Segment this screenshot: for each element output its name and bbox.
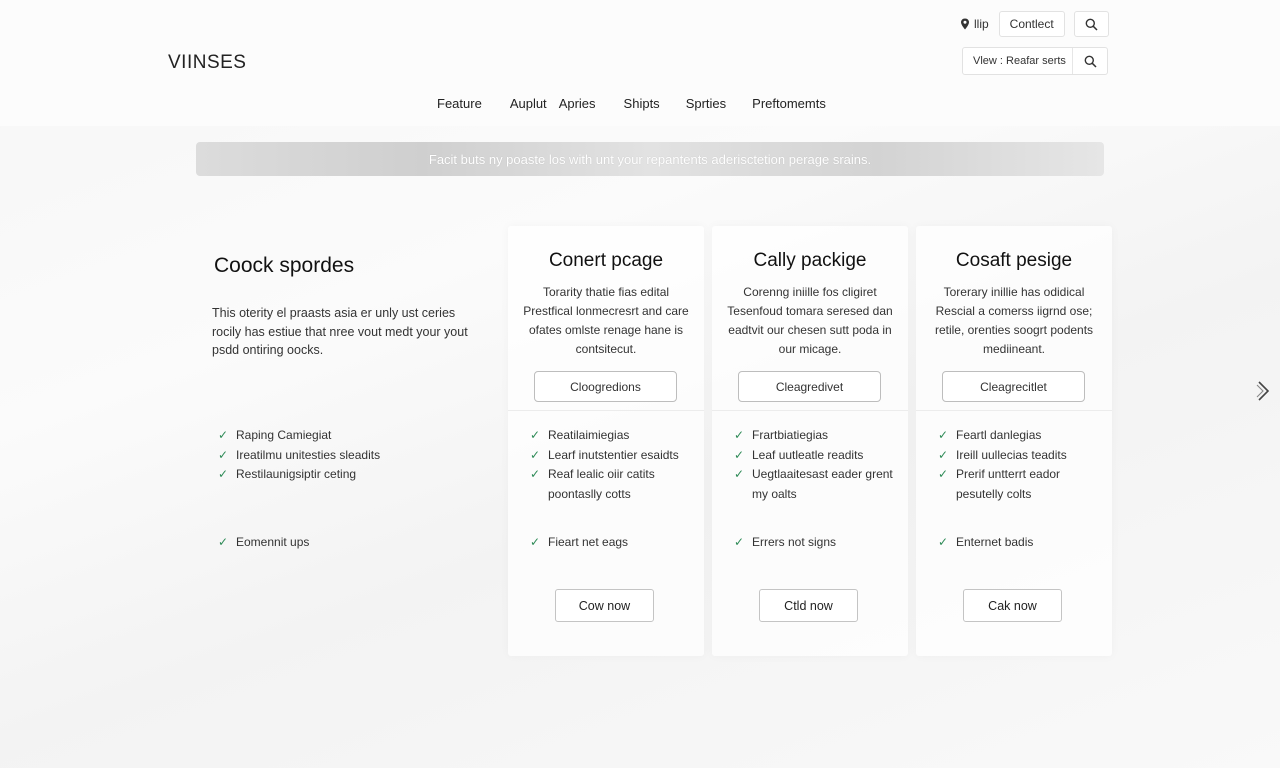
list-item: ✓ Enternet badis [938, 533, 1108, 553]
list-item: ✓ Reatilaimiegias [530, 426, 700, 446]
pricing-card-3: Cosaft pesige Torerary inillie has odidi… [916, 226, 1112, 656]
card-divider [508, 410, 704, 411]
search-input[interactable]: Vlew : Reafar serts [963, 48, 1073, 74]
nav-item-sprties[interactable]: Sprties [686, 96, 726, 111]
list-item: ✓ Errers not signs [734, 533, 904, 553]
nav-item-auplut[interactable]: Auplut [510, 96, 547, 111]
card-divider [712, 410, 908, 411]
check-icon: ✓ [530, 535, 541, 549]
card-primary-button[interactable]: Cleagrecitlet [942, 371, 1085, 402]
check-icon: ✓ [530, 447, 541, 462]
check-icon: ✓ [734, 535, 745, 549]
list-item: ✓ Raping Camiegiat [218, 426, 488, 446]
card-title: Conert pcage [548, 250, 664, 271]
search-button[interactable] [1073, 11, 1109, 37]
search-icon [1085, 18, 1098, 31]
check-icon: ✓ [530, 467, 541, 481]
card-cta-button[interactable]: Ctld now [759, 589, 858, 622]
list-item: ✓ Reaf lealic oiir catits poontaslly cott… [530, 465, 700, 504]
list-item: ✓ Leaf uutleatle readits [734, 446, 904, 466]
check-icon: ✓ [938, 535, 949, 549]
card-title: Cally packige [753, 250, 867, 271]
card-extra-list: ✓ Errers not signs [734, 533, 904, 553]
card-title: Cosaft pesige [955, 250, 1073, 271]
card-feature-list: ✓ Reatilaimiegias ✓ Learf inutstentier esa… [530, 426, 700, 504]
top-links: llip Contlect [952, 11, 1109, 37]
check-icon: ✓ [734, 467, 745, 481]
list-item: ✓ Ireill uullecias teadits [938, 446, 1108, 466]
features-description: This oterity el praasts asia er unly ust… [212, 306, 468, 357]
promo-banner: Facit buts ny poaste los with unt your r… [196, 142, 1104, 176]
check-icon: ✓ [218, 447, 229, 462]
help-link[interactable]: llip [952, 17, 997, 31]
nav-item-apries[interactable]: Apries [559, 96, 596, 111]
card-primary-button[interactable]: Cloogredions [534, 371, 677, 402]
list-item: ✓ Ireatilmu unitesties sleadits [218, 446, 488, 466]
list-item: ✓ Learf inutstentier esaidts [530, 446, 700, 466]
help-link-label: llip [974, 17, 989, 31]
features-title: Coock spordes [214, 254, 355, 277]
check-icon: ✓ [734, 428, 745, 442]
nav-item-shipts[interactable]: Shipts [624, 96, 660, 111]
card-feature-list: ✓ Frartbiatiegias ✓ Leaf uutleatle readits… [734, 426, 904, 504]
list-item: ✓ Uegtlaaitesast eader grent my oalts [734, 465, 904, 504]
card-divider [916, 410, 1112, 411]
promo-banner-text: Facit buts ny poaste los with unt your r… [428, 151, 872, 167]
brand-logo[interactable]: VIINSES [168, 52, 246, 74]
card-extra-list: ✓ Fieart net eags [530, 533, 700, 553]
pricing-card-2: Cally packige Corenng iniille fos cligir… [712, 226, 908, 656]
header: VIINSES llip Contlect Vlew : Reafar sert… [0, 0, 1280, 126]
check-icon: ✓ [218, 467, 229, 481]
check-icon: ✓ [218, 428, 229, 442]
card-primary-button[interactable]: Cleagredivet [738, 371, 881, 402]
list-item: ✓ Frartbiatiegias [734, 426, 904, 446]
card-description: Torerary inillie has odidical Rescial a … [934, 285, 1094, 356]
main-nav: Feature Auplut Apries Shipts Sprties Pre… [437, 96, 826, 111]
contact-button[interactable]: Contlect [998, 11, 1065, 37]
nav-item-preftomemts[interactable]: Preftomemts [752, 96, 826, 111]
list-item: ✓ Prerif untterrt eador pesutelly colts [938, 465, 1108, 504]
card-cta-button[interactable]: Cak now [963, 589, 1062, 622]
check-icon: ✓ [218, 535, 229, 549]
card-feature-list: ✓ Feartl danlegias ✓ Ireill uullecias tead… [938, 426, 1108, 504]
list-item: ✓ Eomennit ups [218, 533, 309, 553]
pricing-card-1: Conert pcage Torarity thatie fias edital… [508, 226, 704, 656]
check-icon: ✓ [530, 428, 541, 442]
card-cta-button[interactable]: Cow now [555, 589, 654, 622]
check-icon: ✓ [938, 447, 949, 462]
card-extra-list: ✓ Enternet badis [938, 533, 1108, 553]
list-item: ✓ Restilaunigsiptir ceting [218, 465, 488, 485]
check-icon: ✓ [938, 428, 949, 442]
search-submit-button[interactable] [1073, 48, 1107, 74]
card-description: Corenng iniille fos cligiret Tesenfoud t… [727, 285, 893, 356]
search-bar: Vlew : Reafar serts [962, 47, 1108, 75]
features-list: ✓ Raping Camiegiat ✓ Ireatilmu unitesties … [218, 426, 488, 485]
nav-item-feature[interactable]: Feature [437, 96, 482, 111]
search-icon [1084, 55, 1097, 68]
check-icon: ✓ [734, 447, 745, 462]
chevron-right-icon[interactable] [1254, 380, 1274, 402]
check-icon: ✓ [938, 467, 949, 481]
features-extra-list: ✓ Eomennit ups [218, 533, 309, 553]
location-pin-icon [961, 18, 969, 30]
card-description: Torarity thatie fias edital Prestfical l… [523, 285, 689, 356]
list-item: ✓ Feartl danlegias [938, 426, 1108, 446]
list-item: ✓ Fieart net eags [530, 533, 700, 553]
